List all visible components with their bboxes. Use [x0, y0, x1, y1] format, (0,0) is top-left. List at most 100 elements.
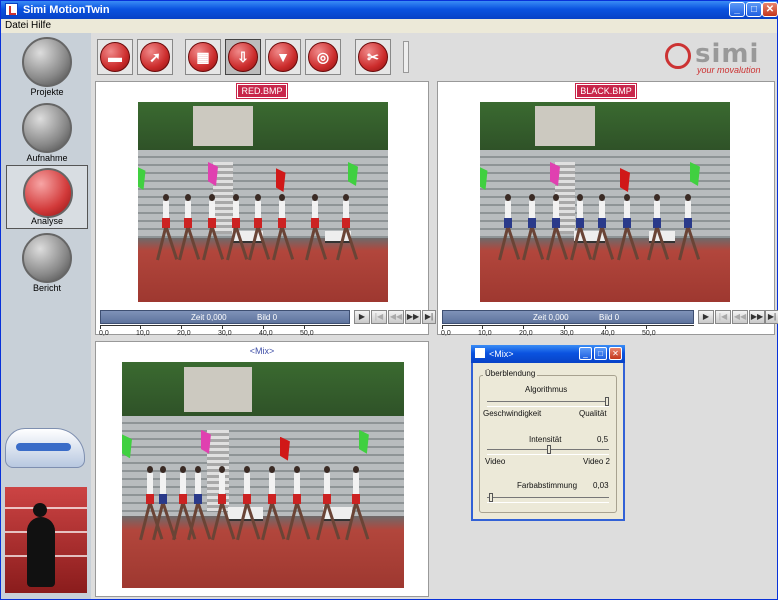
sidebar-item-label: Projekte [30, 87, 64, 97]
filter-button[interactable]: ▼ [265, 39, 301, 75]
running-shoe-image [5, 428, 85, 468]
time-readout: Zeit 0,000 [191, 313, 227, 322]
tick-label: 0,0 [441, 330, 451, 337]
play-button[interactable]: ▶ [354, 310, 370, 324]
app-window: Simi MotionTwin _ □ ✕ Datei Hilfe Projek… [0, 0, 778, 600]
runner-sequence-image [495, 194, 715, 262]
timeline-scale: 0,0 10,0 20,0 30,0 40,0 50,0 [99, 325, 350, 339]
slider-thumb[interactable] [547, 445, 551, 454]
tick-label: 0,0 [99, 330, 109, 337]
slider-thumb[interactable] [605, 397, 609, 406]
simi-logo: simi your movalution [661, 39, 773, 75]
target-button[interactable]: ◎ [305, 39, 341, 75]
video-frame-right[interactable] [480, 102, 730, 302]
tick-label: 40,0 [601, 330, 615, 337]
algorithm-slider[interactable] [487, 397, 609, 407]
quality-label: Qualität [579, 409, 607, 418]
dialog-maximize-button[interactable]: □ [594, 347, 607, 360]
dialog-icon [475, 348, 485, 358]
sidebar: Projekte Aufnahme Analyse Bericht [1, 33, 91, 599]
color-match-label: Farbabstimmung [517, 481, 578, 490]
open-folder-button[interactable]: ▬ [97, 39, 133, 75]
playbar-right: Zeit 0,000 Bild 0 0,0 10,0 20,0 30,0 40,… [441, 310, 778, 346]
menu-hilfe[interactable]: Hilfe [31, 20, 51, 31]
sidebar-item-bericht[interactable]: Bericht [6, 231, 88, 295]
tick-label: 30,0 [218, 330, 232, 337]
mix-dialog-title: <Mix> [489, 349, 514, 359]
slider-thumb[interactable] [489, 493, 493, 502]
intensity-value: 0,5 [597, 435, 609, 444]
runner-sequence-image [153, 194, 373, 262]
sidebar-item-aufnahme[interactable]: Aufnahme [6, 101, 88, 165]
frame-readout: Bild 0 [257, 313, 278, 322]
speed-label: Geschwindigkeit [483, 409, 542, 418]
runner-image [5, 487, 87, 593]
intensity-slider[interactable] [487, 445, 609, 455]
algorithm-label: Algorithmus [525, 385, 568, 394]
rewind-button[interactable]: ◀◀ [732, 310, 748, 324]
blend-groupbox [479, 375, 617, 513]
logo-mark-icon [665, 43, 691, 69]
toolbar-slider[interactable] [403, 41, 409, 73]
video-frame-left[interactable] [138, 102, 388, 302]
rewind-button[interactable]: ◀◀ [388, 310, 404, 324]
checker-button[interactable]: ▦ [185, 39, 221, 75]
sidebar-item-projekte[interactable]: Projekte [6, 35, 88, 99]
tick-label: 50,0 [300, 330, 314, 337]
last-frame-button[interactable]: ▶| [765, 310, 778, 324]
mix-dialog-titlebar[interactable]: <Mix> _ □ ✕ [471, 345, 625, 363]
pane-title-left: RED.BMP [236, 83, 288, 99]
pane-title-mix: <Mix> [249, 346, 275, 356]
dialog-close-button[interactable]: ✕ [609, 347, 622, 360]
arrow-down-icon: ⇩ [228, 42, 258, 72]
forward-button[interactable]: ▶▶ [405, 310, 421, 324]
clapperboard-icon [22, 103, 72, 153]
menu-bar: Datei Hilfe [1, 19, 777, 33]
toolbar: ▬ ➚ ▦ ⇩ ▼ ◎ ✂ simi your movalution [93, 35, 777, 79]
timeline-slider-right[interactable]: Zeit 0,000 Bild 0 [442, 310, 694, 324]
export-button[interactable]: ➚ [137, 39, 173, 75]
projects-icon [22, 37, 72, 87]
sidebar-item-label: Aufnahme [26, 153, 68, 163]
mix-dialog: <Mix> _ □ ✕ Überblendung Algorithmus Ges… [471, 345, 625, 521]
app-icon [5, 3, 18, 16]
timeline-scale: 0,0 10,0 20,0 30,0 40,0 50,0 [441, 325, 694, 339]
sidebar-item-analyse[interactable]: Analyse [6, 165, 88, 229]
sidebar-item-label: Analyse [30, 216, 64, 226]
maximize-button[interactable]: □ [746, 2, 762, 17]
play-button[interactable]: ▶ [698, 310, 714, 324]
tools-icon: ✂ [358, 42, 388, 72]
timeline-slider-left[interactable]: Zeit 0,000 Bild 0 [100, 310, 350, 324]
first-frame-button[interactable]: |◀ [715, 310, 731, 324]
window-title: Simi MotionTwin [23, 4, 110, 16]
dialog-minimize-button[interactable]: _ [579, 347, 592, 360]
video2-label: Video 2 [583, 457, 610, 466]
funnel-icon: ▼ [268, 42, 298, 72]
blend-group-label: Überblendung [483, 369, 538, 378]
tick-label: 10,0 [478, 330, 492, 337]
folder-icon: ▬ [100, 42, 130, 72]
color-match-value: 0,03 [593, 481, 609, 490]
down-arrow-button[interactable]: ⇩ [225, 39, 261, 75]
minimize-button[interactable]: _ [729, 2, 745, 17]
tick-label: 40,0 [259, 330, 273, 337]
video-frame-mix[interactable] [122, 362, 404, 588]
forward-button[interactable]: ▶▶ [749, 310, 765, 324]
close-button[interactable]: ✕ [762, 2, 778, 17]
video-pane-left: RED.BMP Zeit 0,000 Bild 0 0,0 10,0 20,0 … [95, 81, 436, 337]
first-frame-button[interactable]: |◀ [371, 310, 387, 324]
title-bar[interactable]: Simi MotionTwin _ □ ✕ [1, 1, 778, 19]
sidebar-artwork [3, 423, 89, 595]
logo-tagline: your movalution [697, 65, 761, 75]
checkerboard-icon: ▦ [188, 42, 218, 72]
runner-sequence-image [139, 465, 387, 543]
last-frame-button[interactable]: ▶| [422, 310, 436, 324]
tick-label: 10,0 [136, 330, 150, 337]
menu-datei[interactable]: Datei [5, 20, 28, 31]
report-icon [22, 233, 72, 283]
color-match-slider[interactable] [487, 493, 609, 503]
target-icon: ◎ [308, 42, 338, 72]
tick-label: 20,0 [177, 330, 191, 337]
arrow-icon: ➚ [140, 42, 170, 72]
tools-button[interactable]: ✂ [355, 39, 391, 75]
